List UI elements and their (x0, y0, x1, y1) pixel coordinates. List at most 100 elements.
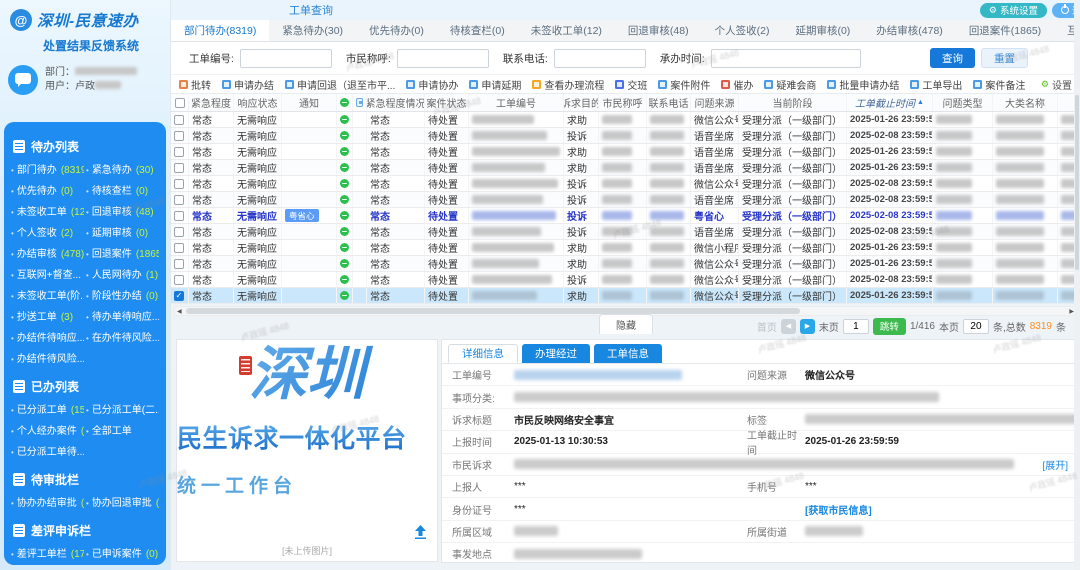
table-row[interactable]: 常态无需响应常态待处置投诉微信公众号受理分派（一级部门）2025-02-08 2… (171, 176, 1080, 192)
sidebar-item[interactable]: •办结件待风险... (11, 350, 84, 371)
last-page-button[interactable]: 末页 (819, 319, 839, 334)
row-checkbox[interactable] (174, 259, 184, 269)
toolbar-button[interactable]: 催办 (721, 77, 753, 92)
select-all-checkbox[interactable] (175, 98, 185, 108)
row-checkbox[interactable] (174, 275, 184, 285)
row-checkbox[interactable] (174, 115, 184, 125)
next-page-button[interactable]: ▶ (800, 319, 815, 334)
sidebar-item[interactable]: •已分派工单(二...(0) (86, 401, 159, 422)
tab-8[interactable]: 办结审核(478) (863, 20, 956, 41)
sidebar-item[interactable]: •紧急待办(30) (86, 161, 159, 182)
toolbar-button[interactable]: 疑难会商 (764, 77, 816, 92)
sidebar-item[interactable]: •协办回退审批(0) (86, 494, 159, 515)
table-row[interactable]: 常态无需响应常态待处置投诉微信公众号受理分派（一级部门）2025-02-08 2… (171, 272, 1080, 288)
sidebar-item[interactable]: •办结件待响应...(0) (11, 329, 84, 350)
sidebar-item[interactable]: •个人签收(2) (11, 224, 84, 245)
sidebar-item[interactable]: •已分派工单待...(0) (11, 443, 84, 464)
prev-page-button[interactable]: ◀ (781, 319, 796, 334)
hide-panel-tab[interactable]: 隐藏 (599, 314, 653, 334)
sidebar-item[interactable]: •在办件待风险...(93) (86, 329, 159, 350)
row-checkbox[interactable]: ✓ (174, 291, 184, 301)
row-checkbox[interactable] (174, 211, 184, 221)
sidebar-item[interactable]: •优先待办(0) (11, 182, 84, 203)
toolbar-button[interactable]: 案件备注 (973, 77, 1025, 92)
table-row[interactable]: 常态无需响应常态待处置投诉语音坐席受理分派（一级部门）2025-02-08 23… (171, 224, 1080, 240)
table-row[interactable]: 常态无需响应常态待处置投诉语音坐席受理分派（一级部门）2025-02-08 23… (171, 128, 1080, 144)
toolbar-button[interactable]: 申请协办 (406, 77, 458, 92)
page-tab-work-order-query[interactable]: 工单查询 (283, 0, 339, 20)
sidebar-item[interactable]: •阶段性办结(0) (86, 287, 159, 308)
system-settings-button[interactable]: ⚙系统设置 (980, 3, 1047, 18)
tab-6[interactable]: 个人签收(2) (702, 20, 783, 41)
table-row[interactable]: 常态无需响应粤省心常态待处置投诉粤省心受理分派（一级部门）2025-02-08 … (171, 208, 1080, 224)
toolbar-button[interactable]: 批转 (179, 77, 211, 92)
vertical-scroll-thumb[interactable] (1075, 95, 1079, 270)
expand-link[interactable]: [展开] (1042, 457, 1068, 472)
row-checkbox[interactable] (174, 243, 184, 253)
sidebar-item[interactable]: •个人经办案件(2) (11, 422, 84, 443)
search-input-3[interactable] (711, 49, 861, 68)
sidebar-item[interactable]: •延期审核(0) (86, 224, 159, 245)
query-button[interactable]: 查询 (930, 48, 975, 68)
detail-tab-0[interactable]: 详细信息 (448, 344, 518, 363)
table-row[interactable]: 常态无需响应常态待处置求助微信公众号受理分派（一级部门）2025-01-26 2… (171, 112, 1080, 128)
sidebar-item[interactable]: •待核查栏(0) (86, 182, 159, 203)
sidebar-item[interactable]: •差评工单栏(176) (11, 545, 84, 565)
tab-0[interactable]: 部门待办(8319) (171, 20, 269, 41)
sidebar-item[interactable]: •抄送工单(3) (11, 308, 84, 329)
sidebar-item[interactable]: •待办单待响应...(5) (86, 308, 159, 329)
column-settings-button[interactable]: ⚙设置 (1041, 77, 1072, 92)
scroll-left-icon[interactable]: ◀ (174, 308, 185, 315)
toolbar-button[interactable]: 案件附件 (658, 77, 710, 92)
search-input-0[interactable] (240, 49, 332, 68)
row-checkbox[interactable] (174, 195, 184, 205)
tab-4[interactable]: 未签收工单(12) (518, 20, 615, 41)
table-row[interactable]: 常态无需响应常态待处置投诉语音坐席受理分派（一级部门）2025-02-08 23… (171, 192, 1080, 208)
toolbar-button[interactable]: 批量申请办结 (827, 77, 899, 92)
jump-button[interactable]: 跳转 (873, 318, 906, 335)
table-row[interactable]: 常态无需响应常态待处置求助语音坐席受理分派（一级部门）2025-01-26 23… (171, 144, 1080, 160)
table-row[interactable]: 常态无需响应常态待处置求助语音坐席受理分派（一级部门）2025-01-26 23… (171, 160, 1080, 176)
tab-3[interactable]: 待核查栏(0) (437, 20, 518, 41)
tab-5[interactable]: 回退审核(48) (615, 20, 702, 41)
toolbar-button[interactable]: 工单导出 (910, 77, 962, 92)
sort-ascending-icon[interactable]: ▲ (917, 99, 924, 106)
toolbar-button[interactable]: 交班 (615, 77, 647, 92)
sidebar-item[interactable]: •未签收工单(阶...(11) (11, 287, 84, 308)
sidebar-item[interactable]: •回退案件(1865) (86, 245, 159, 266)
tab-9[interactable]: 回退案件(1865) (956, 20, 1054, 41)
sidebar-item[interactable]: •已分派工单(15) (11, 401, 84, 422)
first-page-button[interactable]: 首页 (757, 319, 777, 334)
toolbar-button[interactable]: 申请延期 (469, 77, 521, 92)
table-row[interactable]: ✓常态无需响应常态待处置求助微信公众号受理分派（一级部门）2025-01-26 … (171, 288, 1080, 304)
sidebar-item[interactable]: •回退审核(48) (86, 203, 159, 224)
tab-7[interactable]: 延期审核(0) (782, 20, 863, 41)
tab-1[interactable]: 紧急待办(30) (269, 20, 356, 41)
search-input-1[interactable] (397, 49, 489, 68)
horizontal-scroll-thumb[interactable] (186, 308, 800, 314)
sidebar-item[interactable]: •人民网待办(1) (86, 266, 159, 287)
row-checkbox[interactable] (174, 179, 184, 189)
sidebar-item[interactable]: •未签收工单(12) (11, 203, 84, 224)
page-number-input[interactable] (843, 319, 869, 334)
sidebar-item[interactable]: •协办办结审批(0) (11, 494, 84, 515)
row-checkbox[interactable] (174, 227, 184, 237)
detail-tab-2[interactable]: 工单信息 (594, 344, 662, 363)
detail-tab-1[interactable]: 办理经过 (522, 344, 590, 363)
row-checkbox[interactable] (174, 147, 184, 157)
sidebar-item[interactable]: •已申诉案件(0) (86, 545, 159, 565)
sidebar-item[interactable]: •部门待办(8319) (11, 161, 84, 182)
page-size-input[interactable] (963, 319, 989, 334)
toolbar-button[interactable]: 申请办结 (222, 77, 274, 92)
get-citizen-info-link[interactable]: [获取市民信息] (805, 502, 872, 517)
toolbar-button[interactable]: 查看办理流程 (532, 77, 604, 92)
upload-arrow-icon[interactable] (414, 525, 427, 539)
table-row[interactable]: 常态无需响应常态待处置求助微信公众号受理分派（一级部门）2025-01-26 2… (171, 256, 1080, 272)
search-input-2[interactable] (554, 49, 646, 68)
sidebar-item[interactable]: •办结审核(478) (11, 245, 84, 266)
reset-button[interactable]: 重置 (981, 48, 1028, 68)
row-checkbox[interactable] (174, 163, 184, 173)
sidebar-item[interactable]: •互联网+督查...(1) (11, 266, 84, 287)
sidebar-item[interactable]: •全部工单 (86, 422, 159, 443)
vertical-scrollbar[interactable] (1074, 0, 1080, 570)
